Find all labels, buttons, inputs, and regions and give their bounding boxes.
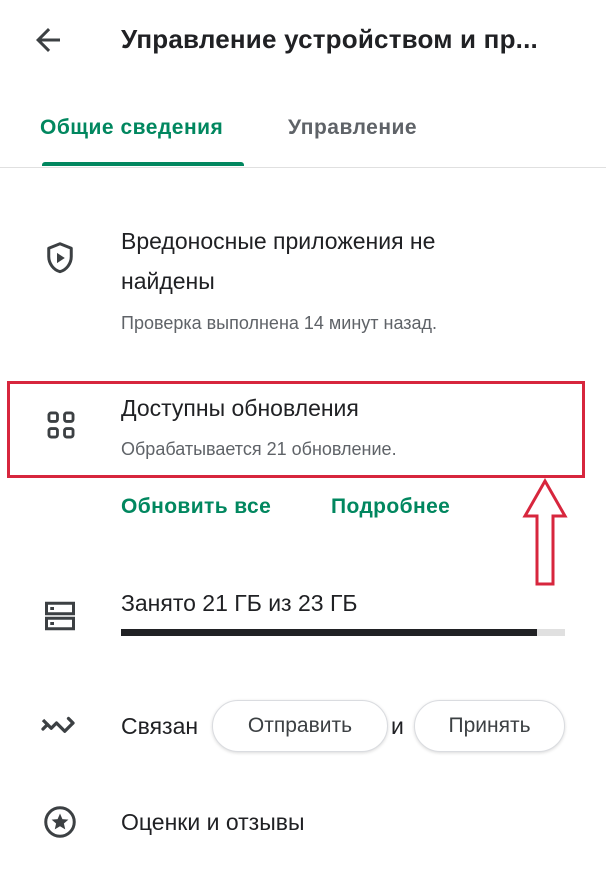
- accept-chip-button[interactable]: Принять: [414, 700, 565, 752]
- storage-progress-bar: [121, 629, 565, 636]
- ratings-reviews-label[interactable]: Оценки и отзывы: [121, 802, 561, 842]
- highlight-frame: [7, 381, 585, 478]
- storage-usage-label: Занято 21 ГБ из 23 ГБ: [121, 590, 358, 616]
- wave-sync-icon: [41, 716, 75, 733]
- storage-icon: [45, 601, 75, 631]
- security-last-check: Проверка выполнена 14 минут назад.: [121, 313, 438, 333]
- related-label-tail: и: [391, 713, 404, 739]
- tab-selected-indicator: [42, 162, 244, 166]
- details-button[interactable]: Подробнее: [331, 489, 450, 525]
- tabs-divider: [0, 167, 606, 168]
- star-circle-icon: [44, 806, 76, 838]
- back-arrow-icon[interactable]: [30, 22, 66, 58]
- tab-manage[interactable]: Управление: [288, 108, 438, 148]
- page-title: Управление устройством и пр...: [121, 24, 538, 54]
- security-title-line1: Вредоносные приложения не: [121, 228, 436, 254]
- related-label[interactable]: Связан: [121, 706, 198, 746]
- security-title-line2: найдены: [121, 268, 215, 294]
- update-all-button[interactable]: Обновить все: [121, 489, 271, 525]
- send-chip-button[interactable]: Отправить: [212, 700, 388, 752]
- tab-overview[interactable]: Общие сведения: [40, 108, 248, 148]
- up-arrow-annotation-icon: [522, 478, 568, 586]
- shield-play-icon: [47, 242, 73, 274]
- security-status-title: Вредоносные приложения не найдены: [121, 221, 581, 301]
- storage-progress-fill: [121, 629, 538, 636]
